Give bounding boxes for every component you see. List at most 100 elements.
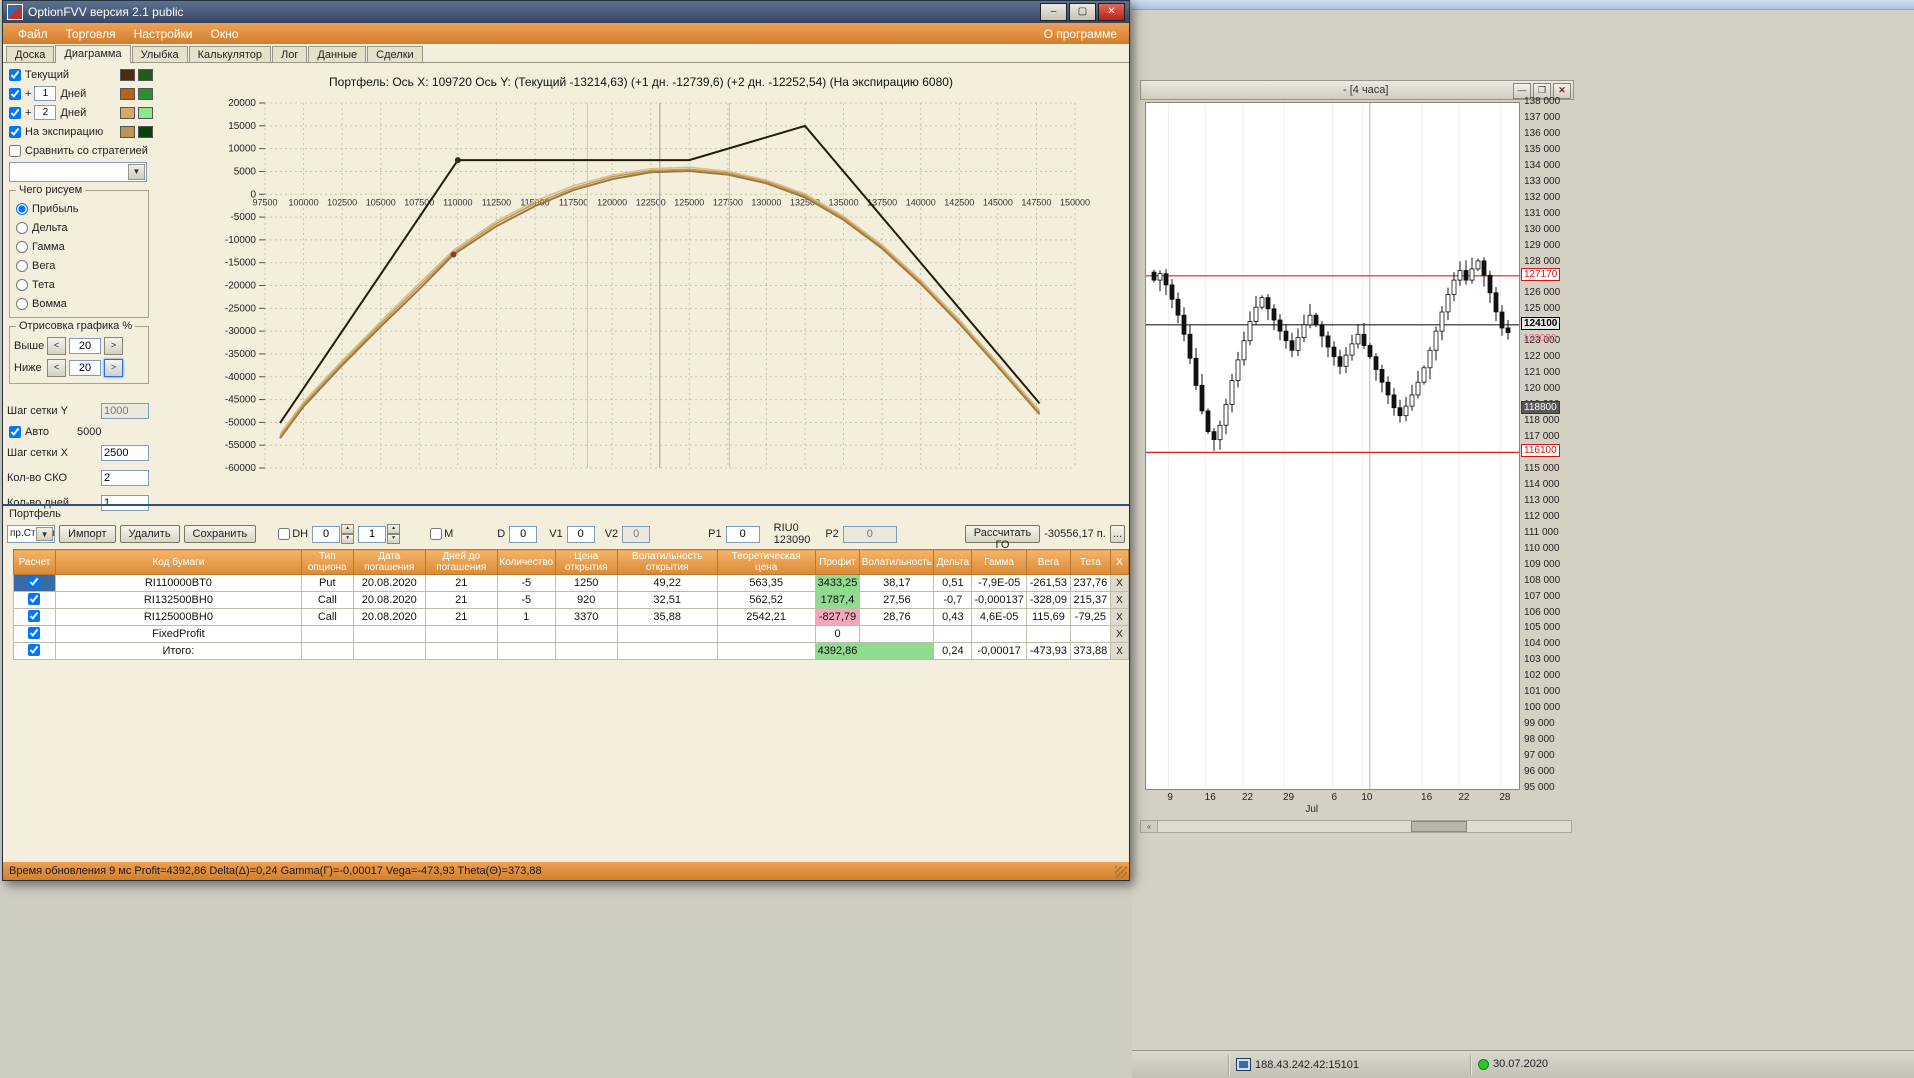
import-button[interactable]: Импорт: [59, 525, 115, 543]
column-header[interactable]: Тета: [1070, 550, 1110, 575]
tab-1[interactable]: Доска: [6, 46, 54, 62]
strategy-select[interactable]: пр.Стренгл 17 ▼: [7, 525, 55, 543]
curve-color-swatch[interactable]: [138, 88, 153, 100]
curve-current-checkbox[interactable]: [9, 69, 21, 81]
curve-expiration-checkbox[interactable]: [9, 126, 21, 138]
column-header[interactable]: Количество: [497, 550, 555, 575]
row-delete-button[interactable]: X: [1110, 592, 1128, 609]
menu-item[interactable]: Торговля: [57, 27, 125, 41]
delete-button[interactable]: Удалить: [120, 525, 180, 543]
p2-input[interactable]: [843, 526, 897, 543]
menu-item[interactable]: Окно: [202, 27, 248, 41]
radio-vomma[interactable]: [16, 298, 28, 310]
sko-count-input[interactable]: [101, 470, 149, 486]
chevron-down-icon[interactable]: ▼: [128, 164, 145, 180]
curve-color-swatch[interactable]: [138, 107, 153, 119]
payoff-chart[interactable]: 9750010000010250010500010750011000011250…: [155, 91, 1125, 491]
row-calc-checkbox[interactable]: [28, 593, 40, 605]
dh-value-1-input[interactable]: [312, 526, 340, 543]
curve-color-swatch[interactable]: [138, 126, 153, 138]
v2-input[interactable]: [622, 526, 650, 543]
grid-y-input[interactable]: [101, 403, 149, 419]
column-header[interactable]: Профит: [815, 550, 860, 575]
more-button[interactable]: ...: [1110, 525, 1125, 543]
chart-child-titlebar[interactable]: - [4 часа] — ❐ ✕: [1140, 80, 1574, 100]
column-header[interactable]: Волатильность: [860, 550, 934, 575]
dh-checkbox[interactable]: [278, 528, 290, 540]
decrease-below-button[interactable]: <: [47, 359, 66, 377]
increase-above-button[interactable]: >: [104, 337, 123, 355]
column-header[interactable]: Теоретическая цена: [717, 550, 815, 575]
tray-connection[interactable]: 188.43.242.42:15101: [1236, 1058, 1359, 1071]
column-header[interactable]: Код бумаги: [55, 550, 301, 575]
days-count-input[interactable]: [101, 495, 149, 511]
tab-3[interactable]: Улыбка: [132, 46, 188, 62]
dh-value-2-input[interactable]: [358, 526, 386, 543]
column-header[interactable]: Цена открытия: [555, 550, 617, 575]
p1-input[interactable]: [726, 526, 760, 543]
column-header[interactable]: Тип опциона: [301, 550, 353, 575]
auto-checkbox[interactable]: [9, 426, 21, 438]
grid-x-input[interactable]: [101, 445, 149, 461]
row-delete-button[interactable]: X: [1110, 626, 1128, 643]
calc-go-button[interactable]: Рассчитать ГО: [965, 525, 1040, 543]
tab-2[interactable]: Диаграмма: [55, 45, 130, 63]
curve-color-swatch[interactable]: [120, 107, 135, 119]
chart-horizontal-scrollbar[interactable]: «: [1140, 820, 1572, 833]
plus1-days-input[interactable]: [34, 86, 56, 101]
maximize-button[interactable]: ▢: [1069, 3, 1096, 21]
radio-profit[interactable]: [16, 203, 28, 215]
radio-delta[interactable]: [16, 222, 28, 234]
plus2-days-input[interactable]: [34, 105, 56, 120]
candlestick-chart[interactable]: [1145, 102, 1520, 790]
menu-about[interactable]: О программе: [1038, 27, 1123, 41]
column-header[interactable]: Волатильность открытия: [617, 550, 717, 575]
column-header[interactable]: Расчет: [14, 550, 56, 575]
radio-vega[interactable]: [16, 260, 28, 272]
scrollbar-thumb[interactable]: [1411, 821, 1467, 832]
resize-grip-icon[interactable]: [1115, 866, 1127, 878]
tray-clock[interactable]: 30.07.2020: [1478, 1058, 1548, 1070]
chevron-down-icon[interactable]: ▼: [36, 527, 53, 541]
tab-7[interactable]: Сделки: [367, 46, 423, 62]
d-input[interactable]: [509, 526, 537, 543]
spin-up-icon[interactable]: ▲: [341, 524, 354, 534]
row-delete-button[interactable]: X: [1110, 575, 1128, 592]
spin-down-icon[interactable]: ▼: [387, 534, 400, 544]
tab-6[interactable]: Данные: [308, 46, 366, 62]
column-header[interactable]: Вега: [1026, 550, 1070, 575]
tab-5[interactable]: Лог: [272, 46, 307, 62]
above-percent-input[interactable]: [69, 338, 101, 354]
strategy-compare-select[interactable]: ▼: [9, 162, 147, 182]
row-calc-checkbox[interactable]: [28, 644, 40, 656]
scroll-left-icon[interactable]: «: [1141, 821, 1158, 832]
curve-color-swatch[interactable]: [138, 69, 153, 81]
increase-below-button[interactable]: >: [104, 359, 123, 377]
column-header[interactable]: X: [1110, 550, 1128, 575]
radio-gamma[interactable]: [16, 241, 28, 253]
curve-color-swatch[interactable]: [120, 88, 135, 100]
row-calc-checkbox[interactable]: [28, 576, 40, 588]
titlebar[interactable]: OptionFVV версия 2.1 public – ▢ ✕: [3, 1, 1129, 23]
v1-input[interactable]: [567, 526, 595, 543]
curve-color-swatch[interactable]: [120, 126, 135, 138]
column-header[interactable]: Гамма: [972, 550, 1027, 575]
curve-plus1-checkbox[interactable]: [9, 88, 21, 100]
save-button[interactable]: Сохранить: [184, 525, 257, 543]
radio-theta[interactable]: [16, 279, 28, 291]
spin-up-icon[interactable]: ▲: [387, 524, 400, 534]
compare-strategy-checkbox[interactable]: [9, 145, 21, 157]
curve-color-swatch[interactable]: [120, 69, 135, 81]
column-header[interactable]: Дельта: [934, 550, 972, 575]
decrease-above-button[interactable]: <: [47, 337, 66, 355]
column-header[interactable]: Дата погашения: [353, 550, 425, 575]
below-percent-input[interactable]: [69, 360, 101, 376]
spin-down-icon[interactable]: ▼: [341, 534, 354, 544]
column-header[interactable]: Дней до погашения: [425, 550, 497, 575]
row-delete-button[interactable]: X: [1110, 643, 1128, 660]
tab-4[interactable]: Калькулятор: [189, 46, 271, 62]
close-button[interactable]: ✕: [1098, 3, 1125, 21]
row-calc-checkbox[interactable]: [28, 627, 40, 639]
row-calc-checkbox[interactable]: [28, 610, 40, 622]
menu-item[interactable]: Файл: [9, 27, 57, 41]
